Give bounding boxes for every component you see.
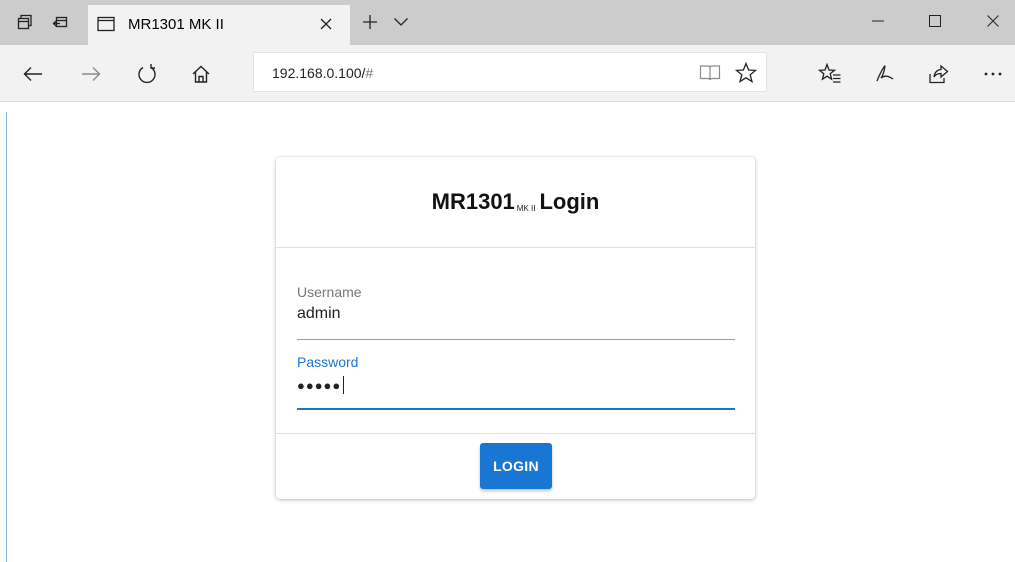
reading-view-icon[interactable] [698,61,722,85]
page-focus-edge [6,112,7,562]
minimize-icon[interactable] [858,6,898,36]
new-tab-icon[interactable] [357,9,383,35]
address-url: 192.168.0.100/# [272,65,374,81]
page-icon [97,16,115,37]
back-arrow-icon[interactable] [18,59,48,89]
address-bar[interactable]: 192.168.0.100/# [253,52,767,92]
username-label: Username [297,284,362,300]
tab-active[interactable]: MR1301 MK II [88,5,350,45]
password-label: Password [297,354,359,370]
chevron-down-icon[interactable] [388,9,414,35]
close-tab-icon[interactable] [316,14,336,34]
login-title-suffix: Login [539,189,600,214]
home-icon[interactable] [186,59,216,89]
password-underline [297,408,735,410]
tab-title: MR1301 MK II [128,16,224,33]
more-options-icon[interactable] [978,59,1008,89]
password-field[interactable]: ●●●●● [297,376,345,394]
login-title-product: MR1301 [431,189,515,214]
tabs-set-aside-icon[interactable] [13,10,37,34]
username-field[interactable]: admin [297,305,341,323]
navigation-bar: 192.168.0.100/# [0,45,1015,102]
refresh-icon[interactable] [132,59,162,89]
forward-arrow-icon[interactable] [76,59,106,89]
restore-tabs-icon[interactable] [48,10,72,34]
login-title-model: MK II [516,203,536,213]
pen-icon[interactable] [869,59,899,89]
maximize-icon[interactable] [915,6,955,36]
share-icon[interactable] [923,59,953,89]
favorites-hub-icon[interactable] [815,59,845,89]
star-icon[interactable] [734,61,758,85]
login-button[interactable]: LOGIN [480,443,552,489]
login-form: Username admin Password ●●●●● [276,248,755,434]
close-window-icon[interactable] [973,6,1013,36]
tab-strip: MR1301 MK II [0,0,1015,45]
login-title: MR1301 MK II Login [276,157,755,248]
username-underline [297,339,735,340]
login-card: MR1301 MK II Login Username admin Password… [276,157,755,499]
